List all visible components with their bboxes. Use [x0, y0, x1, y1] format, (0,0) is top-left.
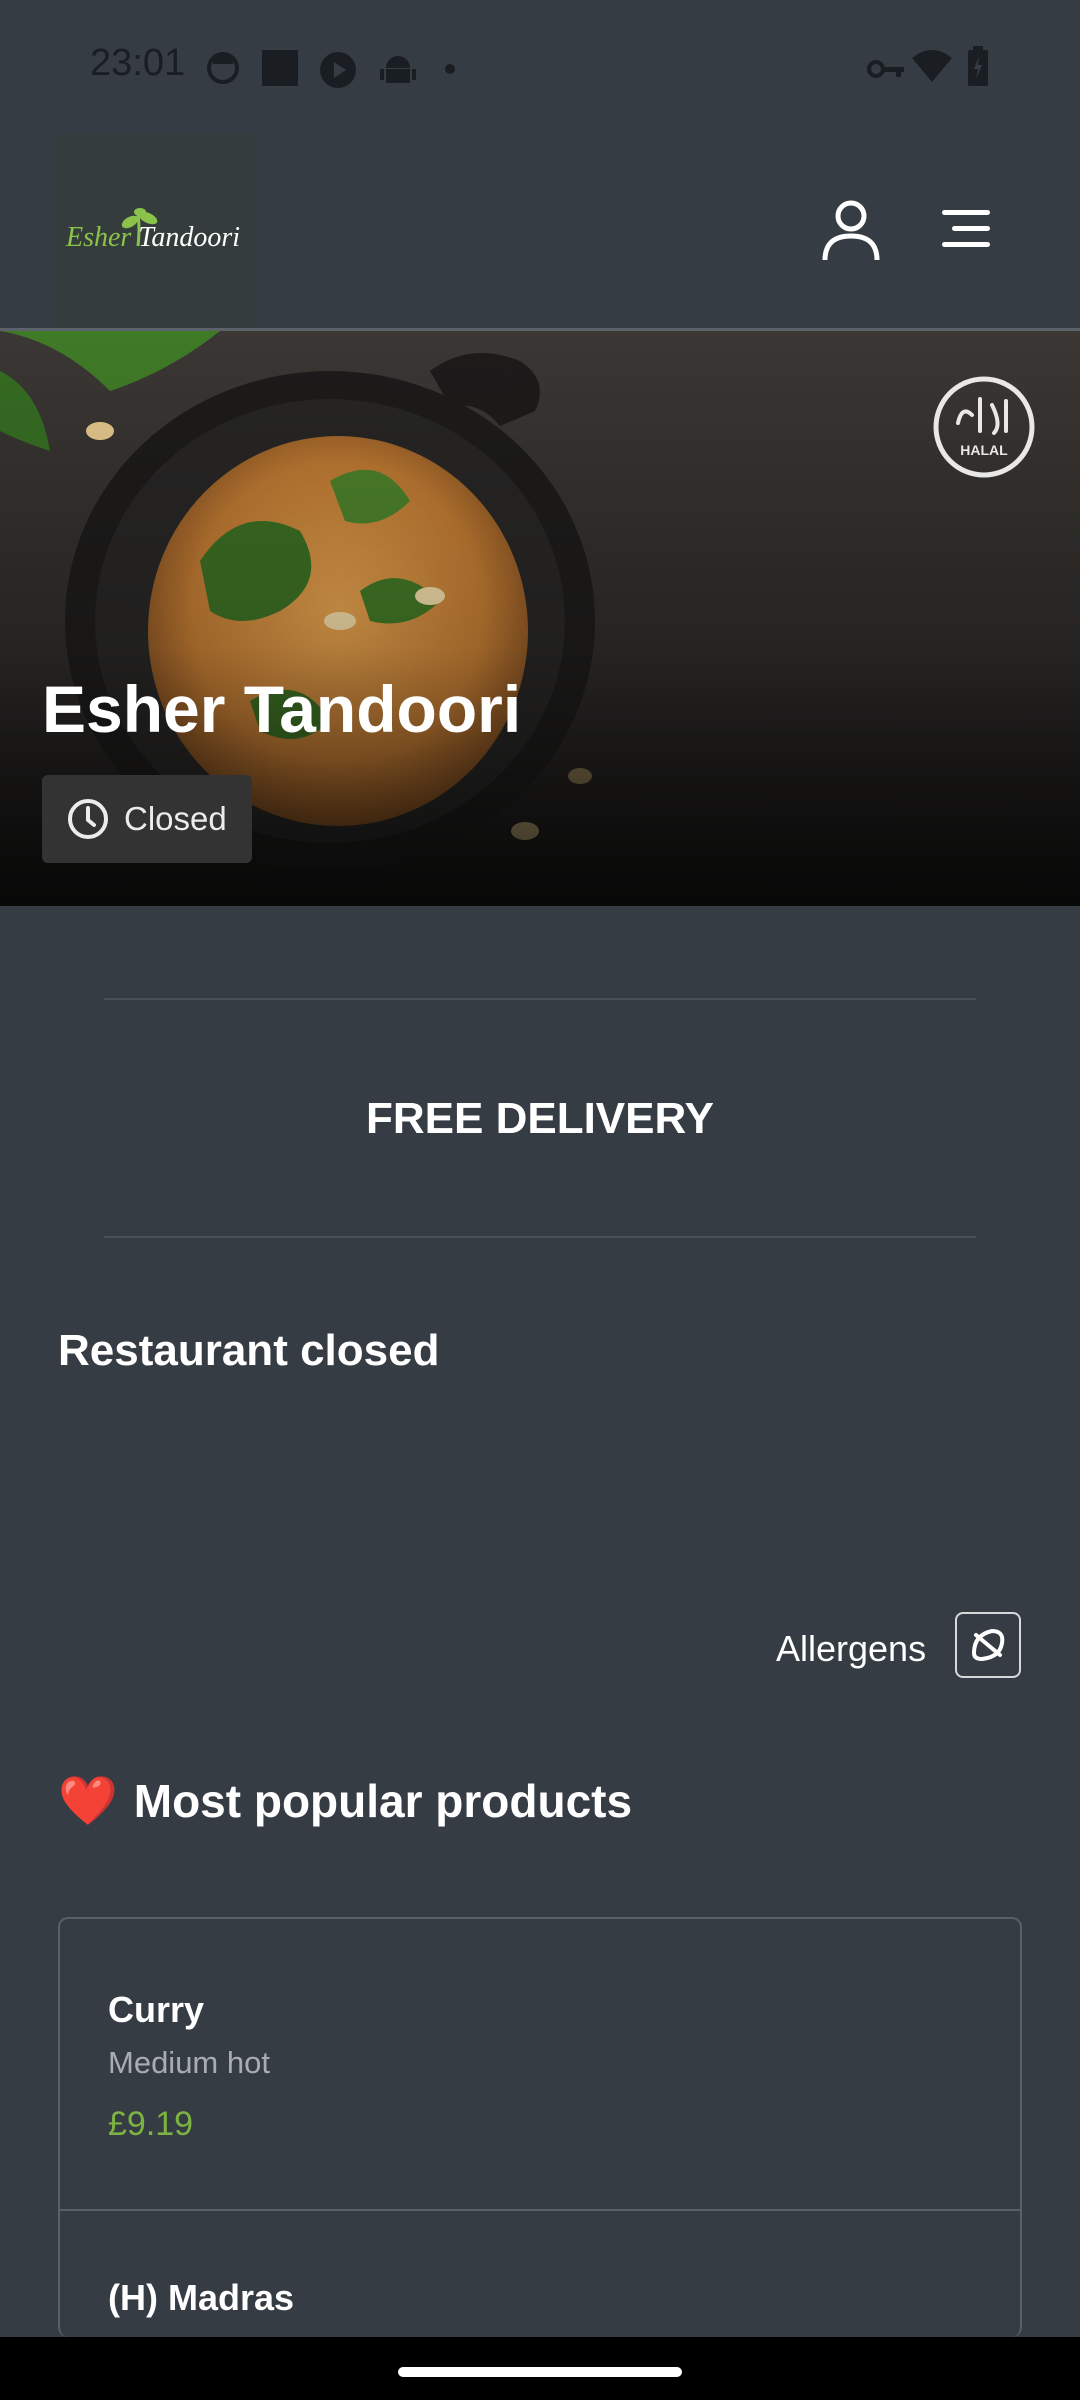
vpn-key-icon [867, 60, 904, 78]
product-list: Curry Medium hot £9.19 (H) Madras [58, 1917, 1022, 2337]
logo-text-esher: Esher [66, 222, 132, 253]
notification-face-icon [207, 52, 239, 84]
notification-square-icon [262, 50, 298, 86]
allergens-button[interactable] [955, 1612, 1021, 1678]
more-notifications-dot-icon [445, 64, 455, 74]
halal-badge-icon: HALAL [933, 376, 1035, 478]
allergens-label[interactable]: Allergens [776, 1628, 926, 1670]
halal-badge-text: HALAL [960, 442, 1008, 458]
popular-products-heading: ❤️ Most popular products [58, 1772, 632, 1829]
product-price: £9.19 [108, 2105, 194, 2143]
product-item[interactable]: Curry Medium hot £9.19 [60, 1919, 1020, 2209]
popular-products-title: Most popular products [133, 1774, 633, 1827]
product-name: (H) Madras [108, 2277, 295, 2318]
allergens-icon [971, 1628, 1005, 1662]
wifi-icon [912, 50, 952, 82]
account-icon[interactable] [820, 198, 882, 262]
notification-play-icon [320, 52, 356, 88]
opening-status-label: Closed [124, 800, 227, 837]
status-bar: 23:01 [0, 0, 1080, 130]
restaurant-name: Esher Tandoori [42, 672, 522, 746]
home-indicator[interactable] [398, 2367, 682, 2377]
heart-icon: ❤️ [58, 1775, 118, 1828]
logo-text: Esher Tandoori [66, 222, 240, 254]
hero-banner: HALAL Esher Tandoori Closed [0, 331, 1080, 906]
restaurant-closed-notice: Restaurant closed [58, 1326, 440, 1375]
android-icon [380, 56, 416, 83]
divider-top [104, 998, 976, 1000]
opening-status-badge[interactable]: Closed [42, 775, 252, 863]
status-time: 23:01 [90, 42, 186, 84]
product-description: Medium hot [108, 2045, 270, 2080]
product-name: Curry [108, 1989, 205, 2030]
clock-icon [68, 799, 108, 839]
product-item[interactable]: (H) Madras [60, 2211, 1020, 2337]
divider-bottom [104, 1236, 976, 1238]
logo-text-tandoori: Tandoori [138, 222, 241, 253]
battery-icon [968, 46, 988, 86]
free-delivery-banner: FREE DELIVERY [366, 1094, 714, 1143]
menu-icon[interactable] [938, 208, 992, 250]
restaurant-logo[interactable]: Esher Tandoori [56, 134, 258, 328]
app-header: Esher Tandoori [0, 130, 1080, 331]
